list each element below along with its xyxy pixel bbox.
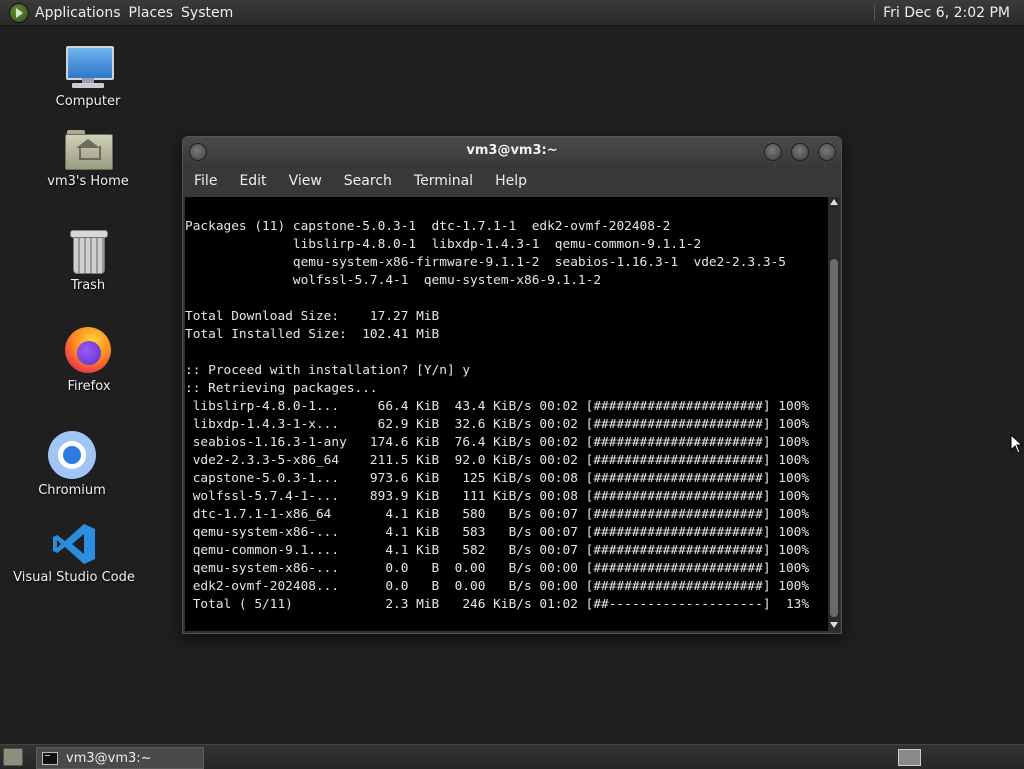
taskbar-item-terminal[interactable]: vm3@vm3:~ [36, 747, 204, 769]
desktop-icon-vscode[interactable]: Visual Studio Code [13, 522, 135, 585]
bottom-panel: vm3@vm3:~ [0, 744, 1024, 769]
desktop-icon-label: Computer [55, 94, 121, 109]
menu-edit[interactable]: Edit [228, 173, 277, 189]
applications-menu[interactable]: Applications [35, 5, 129, 21]
clock-area: Fri Dec 6, 2:02 PM [874, 0, 1010, 25]
desktop-icon-firefox[interactable]: Firefox [34, 327, 144, 394]
vscode-icon [51, 522, 97, 566]
window-titlebar[interactable]: vm3@vm3:~ [183, 137, 841, 165]
menu-search[interactable]: Search [333, 173, 403, 189]
distro-logo-icon[interactable] [9, 2, 29, 23]
menu-file[interactable]: File [183, 173, 228, 189]
desktop-icon-computer[interactable]: Computer [33, 46, 143, 109]
menu-help[interactable]: Help [484, 173, 538, 189]
desktop-icon-home[interactable]: vm3's Home [33, 130, 143, 189]
home-folder-icon [65, 130, 113, 170]
scroll-thumb[interactable] [830, 259, 838, 617]
desktop-icon-chromium[interactable]: Chromium [17, 431, 127, 498]
desktop-icon-trash[interactable]: Trash [33, 230, 143, 293]
terminal-scrollbar[interactable] [828, 197, 840, 631]
show-desktop-icon[interactable] [3, 748, 23, 766]
top-panel: Applications Places System Fri Dec 6, 2:… [0, 0, 1024, 26]
terminal-output-area[interactable]: Packages (11) capstone-5.0.3-1 dtc-1.7.1… [185, 197, 828, 631]
clock[interactable]: Fri Dec 6, 2:02 PM [883, 5, 1010, 21]
chromium-icon [48, 431, 96, 479]
maximize-icon[interactable] [791, 143, 809, 161]
terminal-icon [42, 751, 58, 765]
scroll-up-arrow-icon[interactable] [830, 199, 838, 205]
desktop-icon-label: Chromium [38, 483, 106, 498]
desktop-icon-label: Visual Studio Code [13, 570, 135, 585]
taskbar-item-label: vm3@vm3:~ [66, 750, 152, 766]
terminal-output: Packages (11) capstone-5.0.3-1 dtc-1.7.1… [185, 219, 810, 612]
desktop-icon-label: Firefox [67, 379, 111, 394]
firefox-icon [65, 327, 113, 375]
window-title: vm3@vm3:~ [466, 143, 558, 158]
desktop-icon-label: Trash [70, 278, 106, 293]
workspace-switcher[interactable] [898, 749, 921, 766]
system-menu[interactable]: System [181, 5, 241, 21]
close-icon[interactable] [818, 143, 836, 161]
computer-icon [64, 46, 114, 90]
places-menu[interactable]: Places [129, 5, 182, 21]
terminal-menubar: File Edit View Search Terminal Help [183, 165, 841, 197]
desktop-icon-label: vm3's Home [47, 174, 129, 189]
terminal-window: vm3@vm3:~ File Edit View Search Terminal… [182, 136, 842, 634]
scroll-down-arrow-icon[interactable] [830, 622, 838, 628]
panel-separator [874, 4, 876, 21]
minimize-icon[interactable] [764, 143, 782, 161]
menu-view[interactable]: View [278, 173, 333, 189]
menu-terminal[interactable]: Terminal [403, 173, 484, 189]
trash-icon [68, 230, 108, 274]
